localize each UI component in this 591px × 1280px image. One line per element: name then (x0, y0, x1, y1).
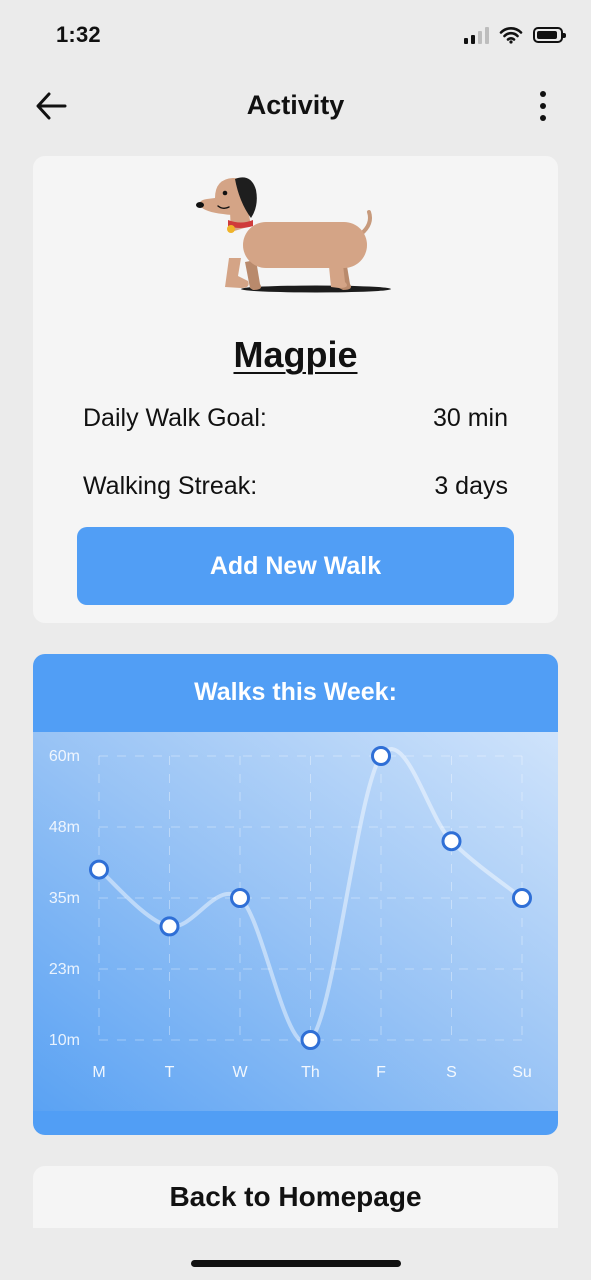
x-tick-label: F (376, 1064, 386, 1081)
status-bar: 1:32 (0, 0, 591, 70)
y-tick-label: 60m (49, 748, 80, 765)
cellular-signal-icon (464, 26, 489, 44)
wifi-icon (499, 27, 523, 44)
data-point-s (441, 831, 462, 852)
add-new-walk-button[interactable]: Add New Walk (77, 527, 514, 605)
y-tick-label: 10m (49, 1032, 80, 1049)
home-indicator (191, 1260, 401, 1267)
chart-area: 10m 23m 35m 48m 60m M T W Th F S Su (33, 732, 558, 1111)
x-tick-label: S (446, 1064, 457, 1081)
status-icons (464, 26, 566, 44)
y-tick-label: 35m (49, 890, 80, 907)
pet-profile-card: Magpie Daily Walk Goal: 30 min Walking S… (33, 156, 558, 623)
back-to-homepage-button[interactable]: Back to Homepage (33, 1166, 558, 1228)
walking-streak-row: Walking Streak: 3 days (83, 472, 508, 506)
daily-walk-goal-row: Daily Walk Goal: 30 min (83, 404, 508, 438)
x-tick-label: M (92, 1064, 105, 1081)
x-tick-label: Su (512, 1064, 532, 1081)
y-tick-label: 48m (49, 819, 80, 836)
daily-walk-goal-label: Daily Walk Goal: (83, 404, 267, 432)
data-point-f (371, 746, 391, 766)
data-point-t (159, 916, 180, 937)
x-tick-label: W (232, 1064, 248, 1081)
nav-bar: Activity (0, 78, 591, 134)
status-time: 1:32 (56, 22, 101, 47)
battery-icon (533, 27, 566, 43)
data-point-w (230, 888, 250, 908)
x-tick-label: T (165, 1064, 175, 1081)
chart-title: Walks this Week: (194, 678, 397, 706)
walking-streak-value: 3 days (434, 472, 508, 500)
walking-streak-label: Walking Streak: (83, 472, 258, 500)
x-tick-label: Th (301, 1064, 320, 1081)
page-title: Activity (246, 90, 345, 120)
data-point-su (512, 888, 532, 908)
more-vertical-icon (540, 91, 546, 97)
y-tick-label: 23m (49, 961, 80, 978)
walks-line-chart: 10m 23m 35m 48m 60m M T W Th F S Su (49, 746, 532, 1081)
dachshund-illustration (196, 177, 391, 293)
more-options-button[interactable] (531, 88, 555, 124)
weekly-walks-chart-card: Walks this Week: 10m 23m 35m 48m 60m M T W Th F S S… (33, 654, 558, 1135)
data-point-m (89, 859, 109, 880)
pet-name: Magpie (233, 334, 358, 375)
data-point-th (300, 1030, 321, 1050)
daily-walk-goal-value: 30 min (432, 404, 508, 432)
